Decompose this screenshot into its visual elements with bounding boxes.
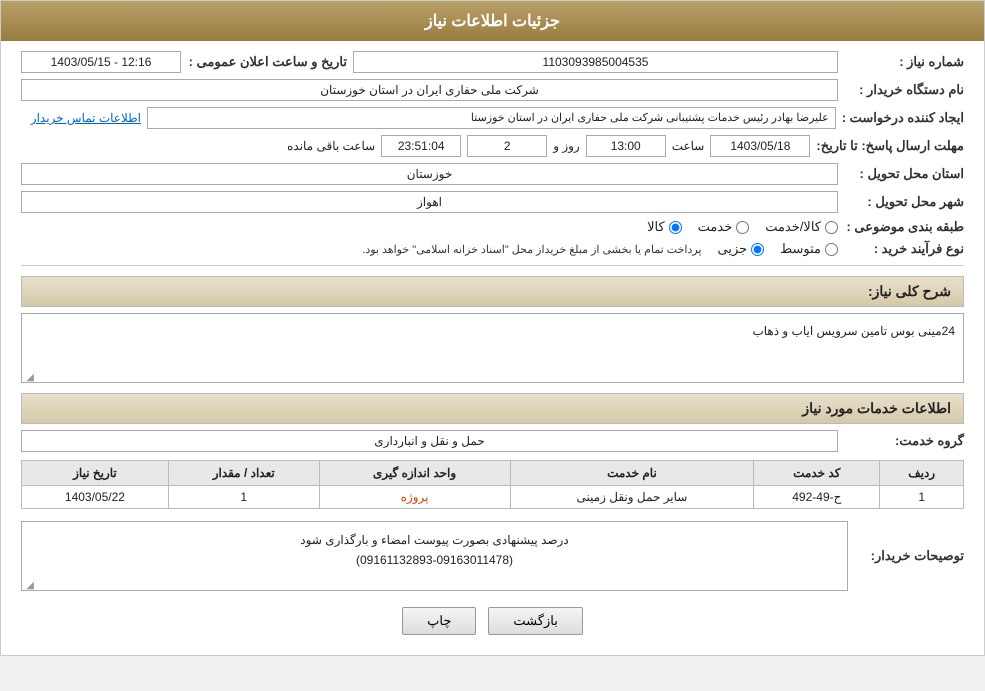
- services-table: ردیف کد خدمت نام خدمت واحد اندازه گیری ت…: [21, 460, 964, 509]
- deadline-remaining: 23:51:04: [381, 135, 461, 157]
- need-description-value: 24مینی بوس تامین سرویس ایاب و ذهاب: [752, 324, 955, 338]
- category-option-khedmat[interactable]: خدمت: [698, 219, 750, 235]
- back-button[interactable]: بازگشت: [488, 607, 582, 635]
- need-number-row: شماره نیاز : 1103093985004535 تاریخ و سا…: [21, 51, 964, 73]
- category-radio-group: کالا/خدمت خدمت کالا: [647, 219, 838, 235]
- purchase-type-option-motawaset[interactable]: متوسط: [780, 241, 838, 257]
- deadline-remaining-label: ساعت باقی مانده: [287, 139, 375, 153]
- col-header-row: ردیف: [880, 461, 964, 486]
- col-header-qty: تعداد / مقدار: [168, 461, 319, 486]
- buyer-notes-row: توصیحات خریدار: درصد پیشنهادی بصورت پیوس…: [21, 521, 964, 591]
- delivery-city-row: شهر محل تحویل : اهواز: [21, 191, 964, 213]
- deadline-date: 1403/05/18: [710, 135, 810, 157]
- category-option-kala[interactable]: کالا: [647, 219, 682, 235]
- col-header-code: کد خدمت: [754, 461, 880, 486]
- purchase-type-option-jozi[interactable]: جزیی: [717, 241, 764, 257]
- purchase-type-radio-group: متوسط جزیی: [717, 241, 838, 257]
- category-option-kala-khedmat[interactable]: کالا/خدمت: [765, 219, 838, 235]
- category-label-khedmat: خدمت: [698, 219, 733, 235]
- service-group-label: گروه خدمت:: [844, 433, 964, 449]
- cell-qty: 1: [168, 486, 319, 509]
- delivery-province-value: خوزستان: [21, 163, 838, 185]
- category-radio-kala-khedmat[interactable]: [825, 221, 838, 234]
- deadline-day-label: روز و: [553, 139, 580, 153]
- cell-code: ح-49-492: [754, 486, 880, 509]
- deadline-days: 2: [467, 135, 547, 157]
- print-button[interactable]: چاپ: [402, 607, 476, 635]
- delivery-province-row: استان محل تحویل : خوزستان: [21, 163, 964, 185]
- announce-date-label: تاریخ و ساعت اعلان عمومی :: [187, 54, 347, 70]
- purchase-type-label-motawaset: متوسط: [780, 241, 821, 257]
- creator-label: ایجاد کننده درخواست :: [842, 110, 964, 126]
- category-label-kala: کالا: [647, 219, 665, 235]
- buyer-notes-label: توصیحات خریدار:: [854, 548, 964, 564]
- cell-row: 1: [880, 486, 964, 509]
- need-description-row: 24مینی بوس تامین سرویس ایاب و ذهاب ◢: [21, 313, 964, 383]
- table-header-row: ردیف کد خدمت نام خدمت واحد اندازه گیری ت…: [22, 461, 964, 486]
- category-radio-kala[interactable]: [669, 221, 682, 234]
- reply-deadline-label: مهلت ارسال پاسخ: تا تاریخ:: [816, 138, 964, 154]
- contact-link[interactable]: اطلاعات تماس خریدار: [21, 111, 141, 125]
- buyer-notes-box: درصد پیشنهادی بصورت پیوست امضاء و بارگذا…: [21, 521, 848, 591]
- need-number-label: شماره نیاز :: [844, 54, 964, 70]
- resize-handle-notes: ◢: [24, 578, 34, 588]
- resize-handle: ◢: [24, 370, 34, 380]
- delivery-city-label: شهر محل تحویل :: [844, 194, 964, 210]
- services-section-header: اطلاعات خدمات مورد نیاز: [21, 393, 964, 424]
- col-header-date: تاریخ نیاز: [22, 461, 169, 486]
- deadline-time: 13:00: [586, 135, 666, 157]
- category-label-kala-khedmat: کالا/خدمت: [765, 219, 821, 235]
- purchase-type-label: نوع فرآیند خرید :: [844, 241, 964, 257]
- purchase-type-radio-jozi[interactable]: [751, 243, 764, 256]
- category-radio-khedmat[interactable]: [736, 221, 749, 234]
- buyer-org-value: شرکت ملی حفاری ایران در استان خوزستان: [21, 79, 838, 101]
- deadline-time-label: ساعت: [672, 139, 705, 153]
- category-label: طبقه بندی موضوعی :: [844, 219, 964, 235]
- service-group-row: گروه خدمت: حمل و نقل و انبارداری: [21, 430, 964, 452]
- creator-value: علیرضا بهادر رئیس خدمات پشتیبانی شرکت مل…: [147, 107, 836, 129]
- cell-name: سایر حمل ونقل زمینی: [510, 486, 754, 509]
- cell-date: 1403/05/22: [22, 486, 169, 509]
- purchase-type-label-jozi: جزیی: [717, 241, 747, 257]
- col-header-unit: واحد اندازه گیری: [319, 461, 510, 486]
- need-description-header: شرح کلی نیاز:: [21, 276, 964, 307]
- buyer-org-row: نام دستگاه خریدار : شرکت ملی حفاری ایران…: [21, 79, 964, 101]
- purchase-type-row: نوع فرآیند خرید : متوسط جزیی پرداخت تمام…: [21, 241, 964, 257]
- divider-1: [21, 265, 964, 266]
- page-title: جزئیات اطلاعات نیاز: [1, 1, 984, 41]
- need-number-value: 1103093985004535: [353, 51, 838, 73]
- content-area: شماره نیاز : 1103093985004535 تاریخ و سا…: [1, 41, 984, 655]
- buyer-org-label: نام دستگاه خریدار :: [844, 82, 964, 98]
- buyer-notes-value: درصد پیشنهادی بصورت پیوست امضاء و بارگذا…: [30, 530, 839, 571]
- col-header-name: نام خدمت: [510, 461, 754, 486]
- page-wrapper: جزئیات اطلاعات نیاز شماره نیاز : 1103093…: [0, 0, 985, 656]
- action-buttons-row: بازگشت چاپ: [21, 607, 964, 635]
- service-group-value: حمل و نقل و انبارداری: [21, 430, 838, 452]
- announce-date-value: 1403/05/15 - 12:16: [21, 51, 181, 73]
- table-row: 1 ح-49-492 سایر حمل ونقل زمینی پروژه 1 1…: [22, 486, 964, 509]
- category-row: طبقه بندی موضوعی : کالا/خدمت خدمت کالا: [21, 219, 964, 235]
- delivery-province-label: استان محل تحویل :: [844, 166, 964, 182]
- creator-row: ایجاد کننده درخواست : علیرضا بهادر رئیس …: [21, 107, 964, 129]
- reply-deadline-row: مهلت ارسال پاسخ: تا تاریخ: 1403/05/18 سا…: [21, 135, 964, 157]
- delivery-city-value: اهواز: [21, 191, 838, 213]
- purchase-type-note: پرداخت تمام یا بخشی از مبلغ خریداز محل "…: [362, 243, 701, 256]
- cell-unit: پروژه: [319, 486, 510, 509]
- need-description-box: 24مینی بوس تامین سرویس ایاب و ذهاب ◢: [21, 313, 964, 383]
- purchase-type-radio-motawaset[interactable]: [825, 243, 838, 256]
